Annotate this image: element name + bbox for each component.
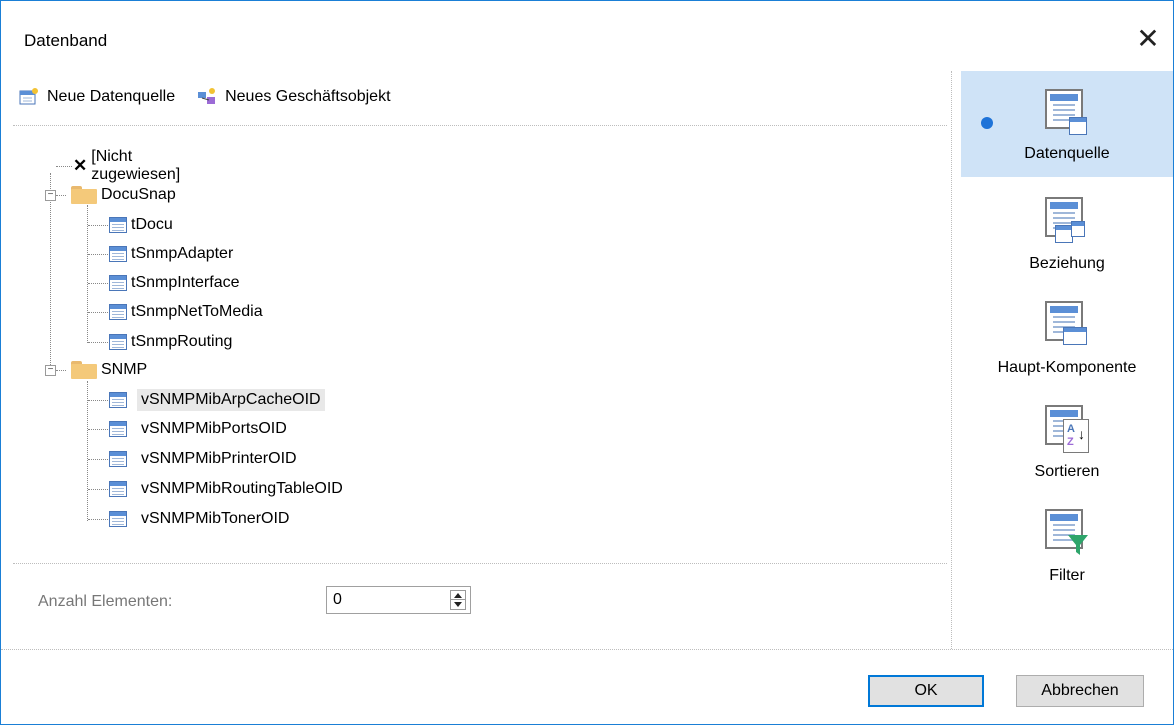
new-business-object-icon: [197, 88, 217, 106]
folder-icon: [71, 186, 97, 204]
tree-connector: [56, 166, 72, 167]
master-component-icon: [1045, 301, 1089, 349]
side-item-sort[interactable]: A Z ↓ Sortieren: [961, 387, 1173, 489]
tree-item-label: vSNMPMibTonerOID: [141, 510, 290, 527]
table-icon: [109, 421, 127, 437]
side-item-label: Haupt-Komponente: [997, 359, 1137, 376]
tree-connector: [88, 225, 108, 226]
table-icon: [109, 511, 127, 527]
tree-folder-label: SNMP: [101, 361, 148, 378]
count-input[interactable]: [333, 590, 433, 610]
new-business-object-button[interactable]: Neues Geschäftsobjekt: [197, 88, 391, 106]
filter-icon: [1045, 509, 1089, 557]
tree-item-label: tSnmpNetToMedia: [131, 303, 263, 320]
collapse-toggle[interactable]: −: [45, 365, 56, 376]
table-icon: [109, 217, 127, 233]
tree-item[interactable]: tSnmpNetToMedia: [109, 299, 267, 325]
tree-folder-docusnap[interactable]: DocuSnap: [71, 182, 180, 208]
side-item-label: Beziehung: [1029, 255, 1105, 272]
side-item-label: Filter: [1049, 567, 1085, 584]
tree-folder-label: DocuSnap: [101, 186, 176, 203]
tree-item[interactable]: vSNMPMibPrinterOID: [109, 446, 301, 472]
title-bar: Datenband ✕: [1, 1, 1173, 73]
close-button[interactable]: ✕: [1131, 25, 1165, 55]
tree-bottom-separator: [13, 563, 947, 564]
table-icon: [109, 275, 127, 291]
count-label: Anzahl Elementen:: [38, 593, 173, 610]
toolbar-separator: [13, 125, 947, 126]
tree-connector: [88, 489, 108, 490]
new-datasource-label: Neue Datenquelle: [47, 88, 176, 105]
side-item-filter[interactable]: Filter: [961, 491, 1173, 593]
tree-folder-snmp[interactable]: SNMP: [71, 357, 151, 383]
tree-item[interactable]: tDocu: [109, 212, 177, 238]
dialog-window: Datenband ✕ Neue Datenquelle Neues Gesch…: [0, 0, 1174, 725]
collapse-toggle[interactable]: −: [45, 190, 56, 201]
footer-separator: [1, 649, 1173, 650]
tree-connector: [88, 342, 108, 343]
tree-connector: [88, 429, 108, 430]
tree-item-label: tSnmpRouting: [131, 333, 233, 350]
new-datasource-button[interactable]: Neue Datenquelle: [19, 88, 175, 106]
tree-connector: [56, 370, 66, 371]
tree-connector: [88, 312, 108, 313]
tree-connector: [88, 400, 108, 401]
table-icon: [109, 451, 127, 467]
tree-connector: [50, 173, 51, 373]
new-datasource-icon: [19, 88, 39, 106]
tree-item-label: tSnmpInterface: [131, 274, 240, 291]
tree-item[interactable]: vSNMPMibPortsOID: [109, 416, 291, 442]
tree-item-label: vSNMPMibPrinterOID: [141, 450, 297, 467]
not-assigned-x-icon: ✕: [73, 156, 88, 175]
tree-connector: [88, 254, 108, 255]
tree-item[interactable]: vSNMPMibTonerOID: [109, 506, 293, 532]
side-item-label: Datenquelle: [1024, 145, 1110, 162]
tree-item-not-assigned[interactable]: ✕ [Nicht zugewiesen]: [73, 148, 190, 183]
window-title: Datenband: [24, 31, 108, 50]
panel-separator: [951, 71, 952, 649]
tree-connector: [88, 519, 108, 520]
tree-connector: [88, 459, 108, 460]
side-item-label: Sortieren: [1034, 463, 1100, 480]
toolbar: Neue Datenquelle Neues Geschäftsobjekt: [19, 81, 391, 113]
count-spinner[interactable]: [326, 586, 471, 614]
table-icon: [109, 304, 127, 320]
table-icon: [109, 246, 127, 262]
tree-item[interactable]: vSNMPMibRoutingTableOID: [109, 476, 347, 502]
tree-connector: [56, 195, 66, 196]
spinner-arrows[interactable]: [450, 590, 466, 610]
tree-item-label: tDocu: [131, 216, 173, 233]
tree-connector: [88, 283, 108, 284]
tree-item-label: vSNMPMibRoutingTableOID: [141, 480, 343, 497]
table-icon: [109, 481, 127, 497]
table-icon: [109, 334, 127, 350]
tree-item[interactable]: tSnmpRouting: [109, 329, 236, 355]
tree-connector: [87, 381, 88, 521]
spin-down-icon[interactable]: [454, 602, 462, 607]
datasource-icon: [1045, 89, 1089, 137]
folder-icon: [71, 361, 97, 379]
ok-button[interactable]: OK: [868, 675, 984, 707]
side-item-relation[interactable]: Beziehung: [961, 179, 1173, 281]
tree-item-selected[interactable]: vSNMPMibArpCacheOID: [109, 387, 325, 413]
spin-up-icon[interactable]: [454, 593, 462, 598]
tree-item-label: [Nicht zugewiesen]: [91, 148, 181, 183]
tree-item-label: vSNMPMibArpCacheOID: [137, 389, 325, 411]
table-icon: [109, 392, 127, 408]
side-item-master-component[interactable]: Haupt-Komponente: [961, 283, 1173, 385]
side-item-datasource[interactable]: Datenquelle: [961, 71, 1173, 177]
relation-icon: [1045, 197, 1089, 245]
tree-item[interactable]: tSnmpAdapter: [109, 241, 237, 267]
active-indicator-icon: [981, 117, 993, 129]
tree-item-label: tSnmpAdapter: [131, 245, 234, 262]
tree-item-label: vSNMPMibPortsOID: [141, 420, 287, 437]
cancel-button[interactable]: Abbrechen: [1016, 675, 1144, 707]
new-business-object-label: Neues Geschäftsobjekt: [225, 88, 391, 105]
tree-item[interactable]: tSnmpInterface: [109, 270, 244, 296]
sort-icon: A Z ↓: [1045, 405, 1089, 453]
